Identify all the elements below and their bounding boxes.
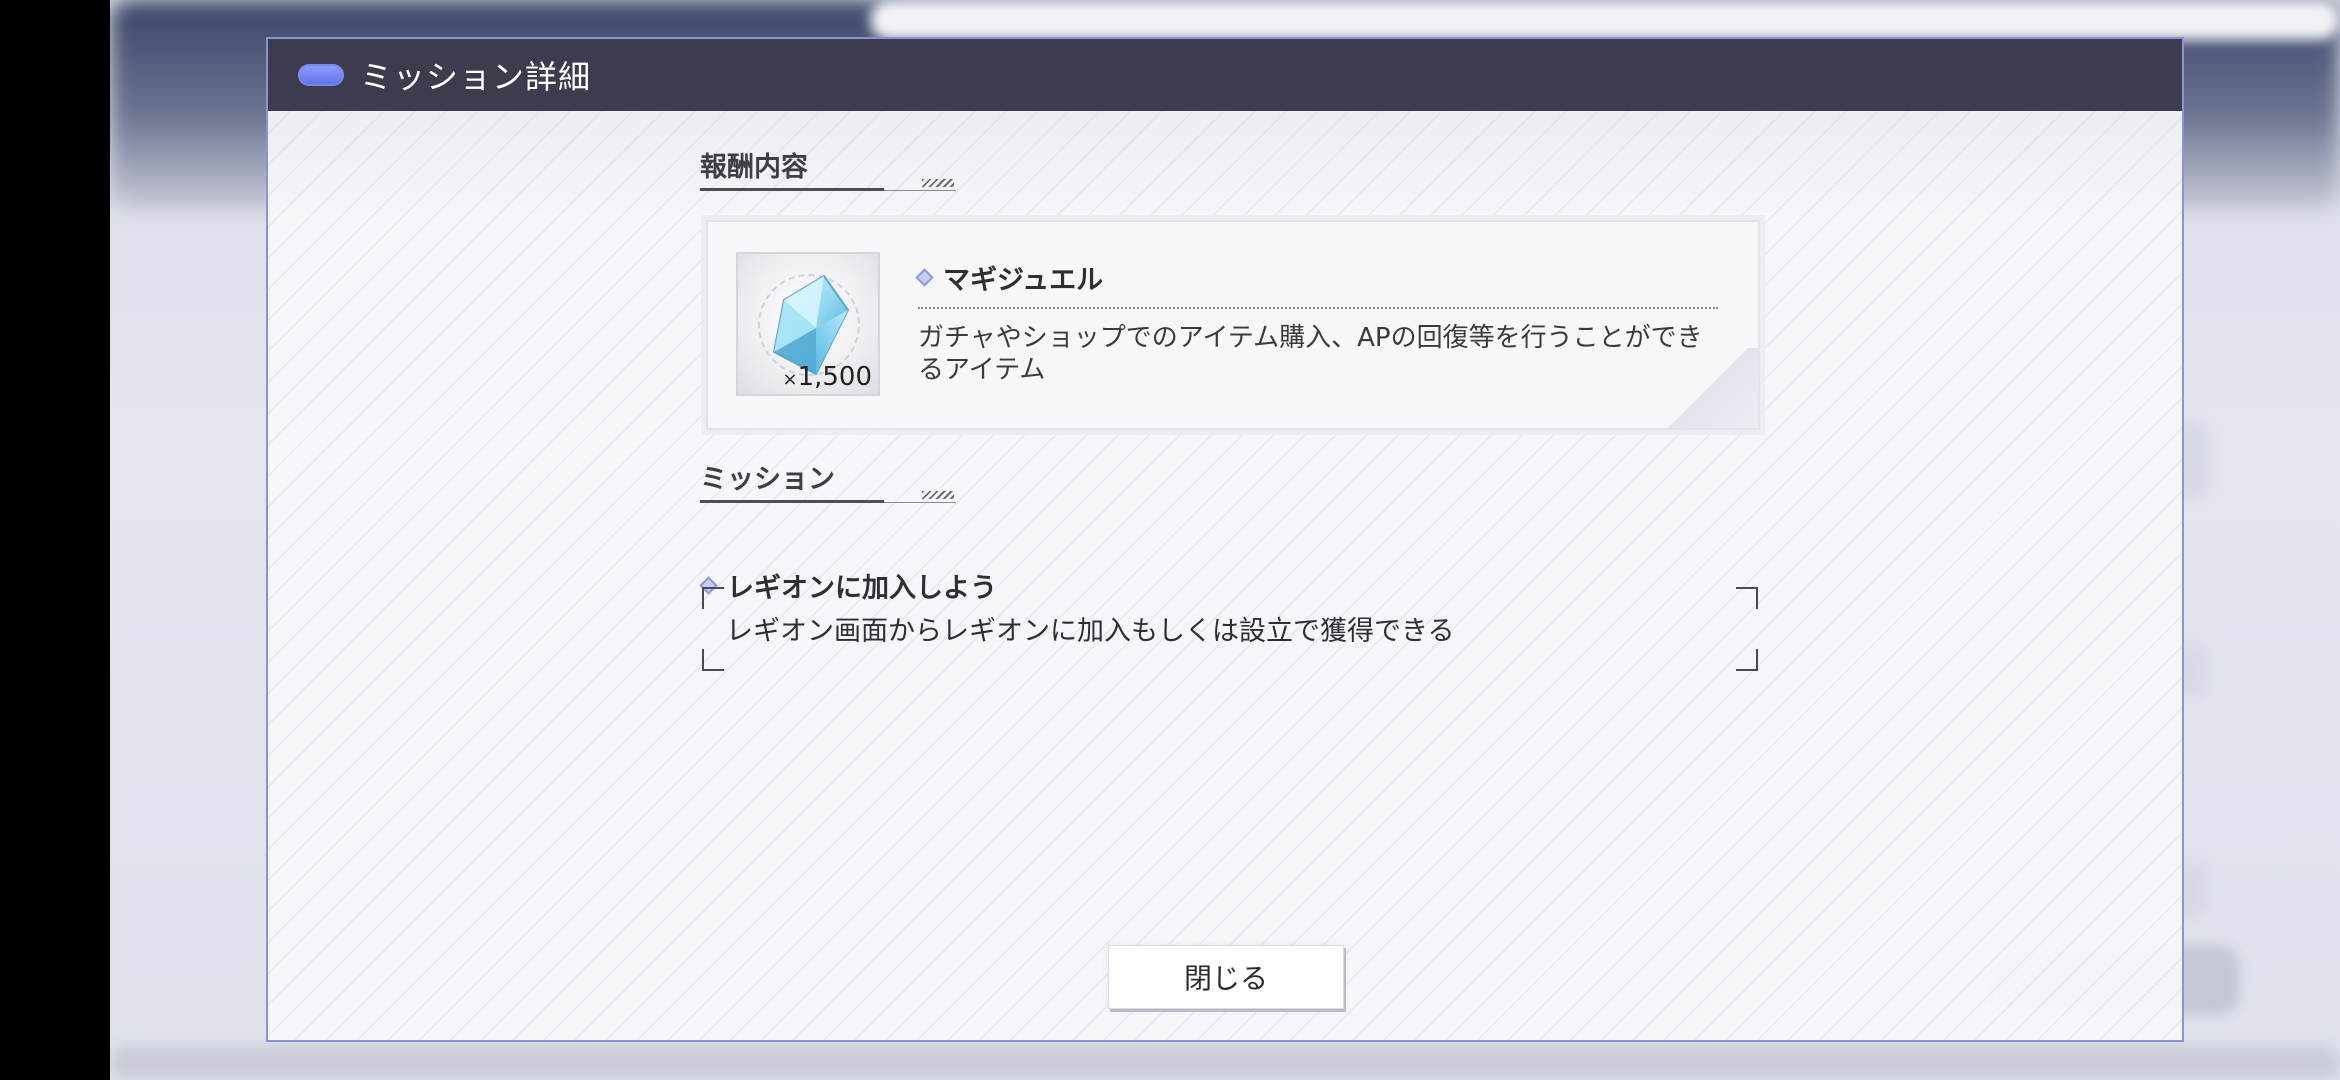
mission-heading-label: ミッション: [700, 464, 835, 495]
heading-underline: [700, 188, 884, 191]
bracket-corner: [1736, 587, 1758, 609]
background-bottom-bar: [110, 1045, 2340, 1080]
item-name: マギジュエル: [943, 265, 1104, 296]
heading-hatch-decoration: [922, 179, 954, 187]
header-pill-icon: [298, 64, 344, 86]
close-button-label: 閉じる: [1183, 962, 1268, 995]
reward-section-heading: 報酬内容: [700, 145, 956, 191]
dialog-title: ミッション詳細: [360, 58, 592, 96]
item-quantity: ×1,500: [782, 362, 872, 392]
reward-heading-label: 報酬内容: [700, 152, 808, 183]
bracket-corner: [702, 649, 724, 671]
heading-underline: [700, 500, 884, 503]
quantity-value: 1,500: [797, 362, 872, 392]
background-top-right: [870, 0, 2340, 40]
mission-description: レギオン画面からレギオンに加入もしくは設立で獲得できる: [726, 616, 1455, 647]
item-icon-frame[interactable]: ×1,500: [736, 252, 880, 396]
heading-hatch-decoration: [922, 491, 954, 499]
item-description: ガチャやショップでのアイテム購入、APの回復等を行うことができるアイテム: [918, 323, 1703, 385]
dialog-header: ミッション詳細: [268, 39, 2182, 111]
quantity-prefix: ×: [782, 369, 798, 390]
mission-section-heading: ミッション: [700, 457, 956, 503]
mission-detail-dialog: ミッション詳細 報酬内容 ×1,500 マギジュエル ガチャやショップでのアイテ…: [266, 37, 2184, 1042]
item-name-row: マギジュエル: [915, 258, 1104, 297]
bracket-corner: [702, 587, 724, 609]
screen: ミッション詳細 報酬内容 ×1,500 マギジュエル ガチャやショップでのアイテ…: [0, 0, 2340, 1080]
mission-description-box: レギオン画面からレギオンに加入もしくは設立で獲得できる: [702, 587, 1758, 671]
reward-item-card: ×1,500 マギジュエル ガチャやショップでのアイテム購入、APの回復等を行う…: [706, 220, 1760, 430]
heading-underline-tail: [884, 190, 956, 191]
bracket-corner: [1736, 649, 1758, 671]
dotted-divider: [918, 307, 1718, 309]
close-button[interactable]: 閉じる: [1108, 945, 1344, 1009]
diamond-bullet-icon: [915, 268, 934, 287]
heading-underline-tail: [884, 502, 956, 503]
